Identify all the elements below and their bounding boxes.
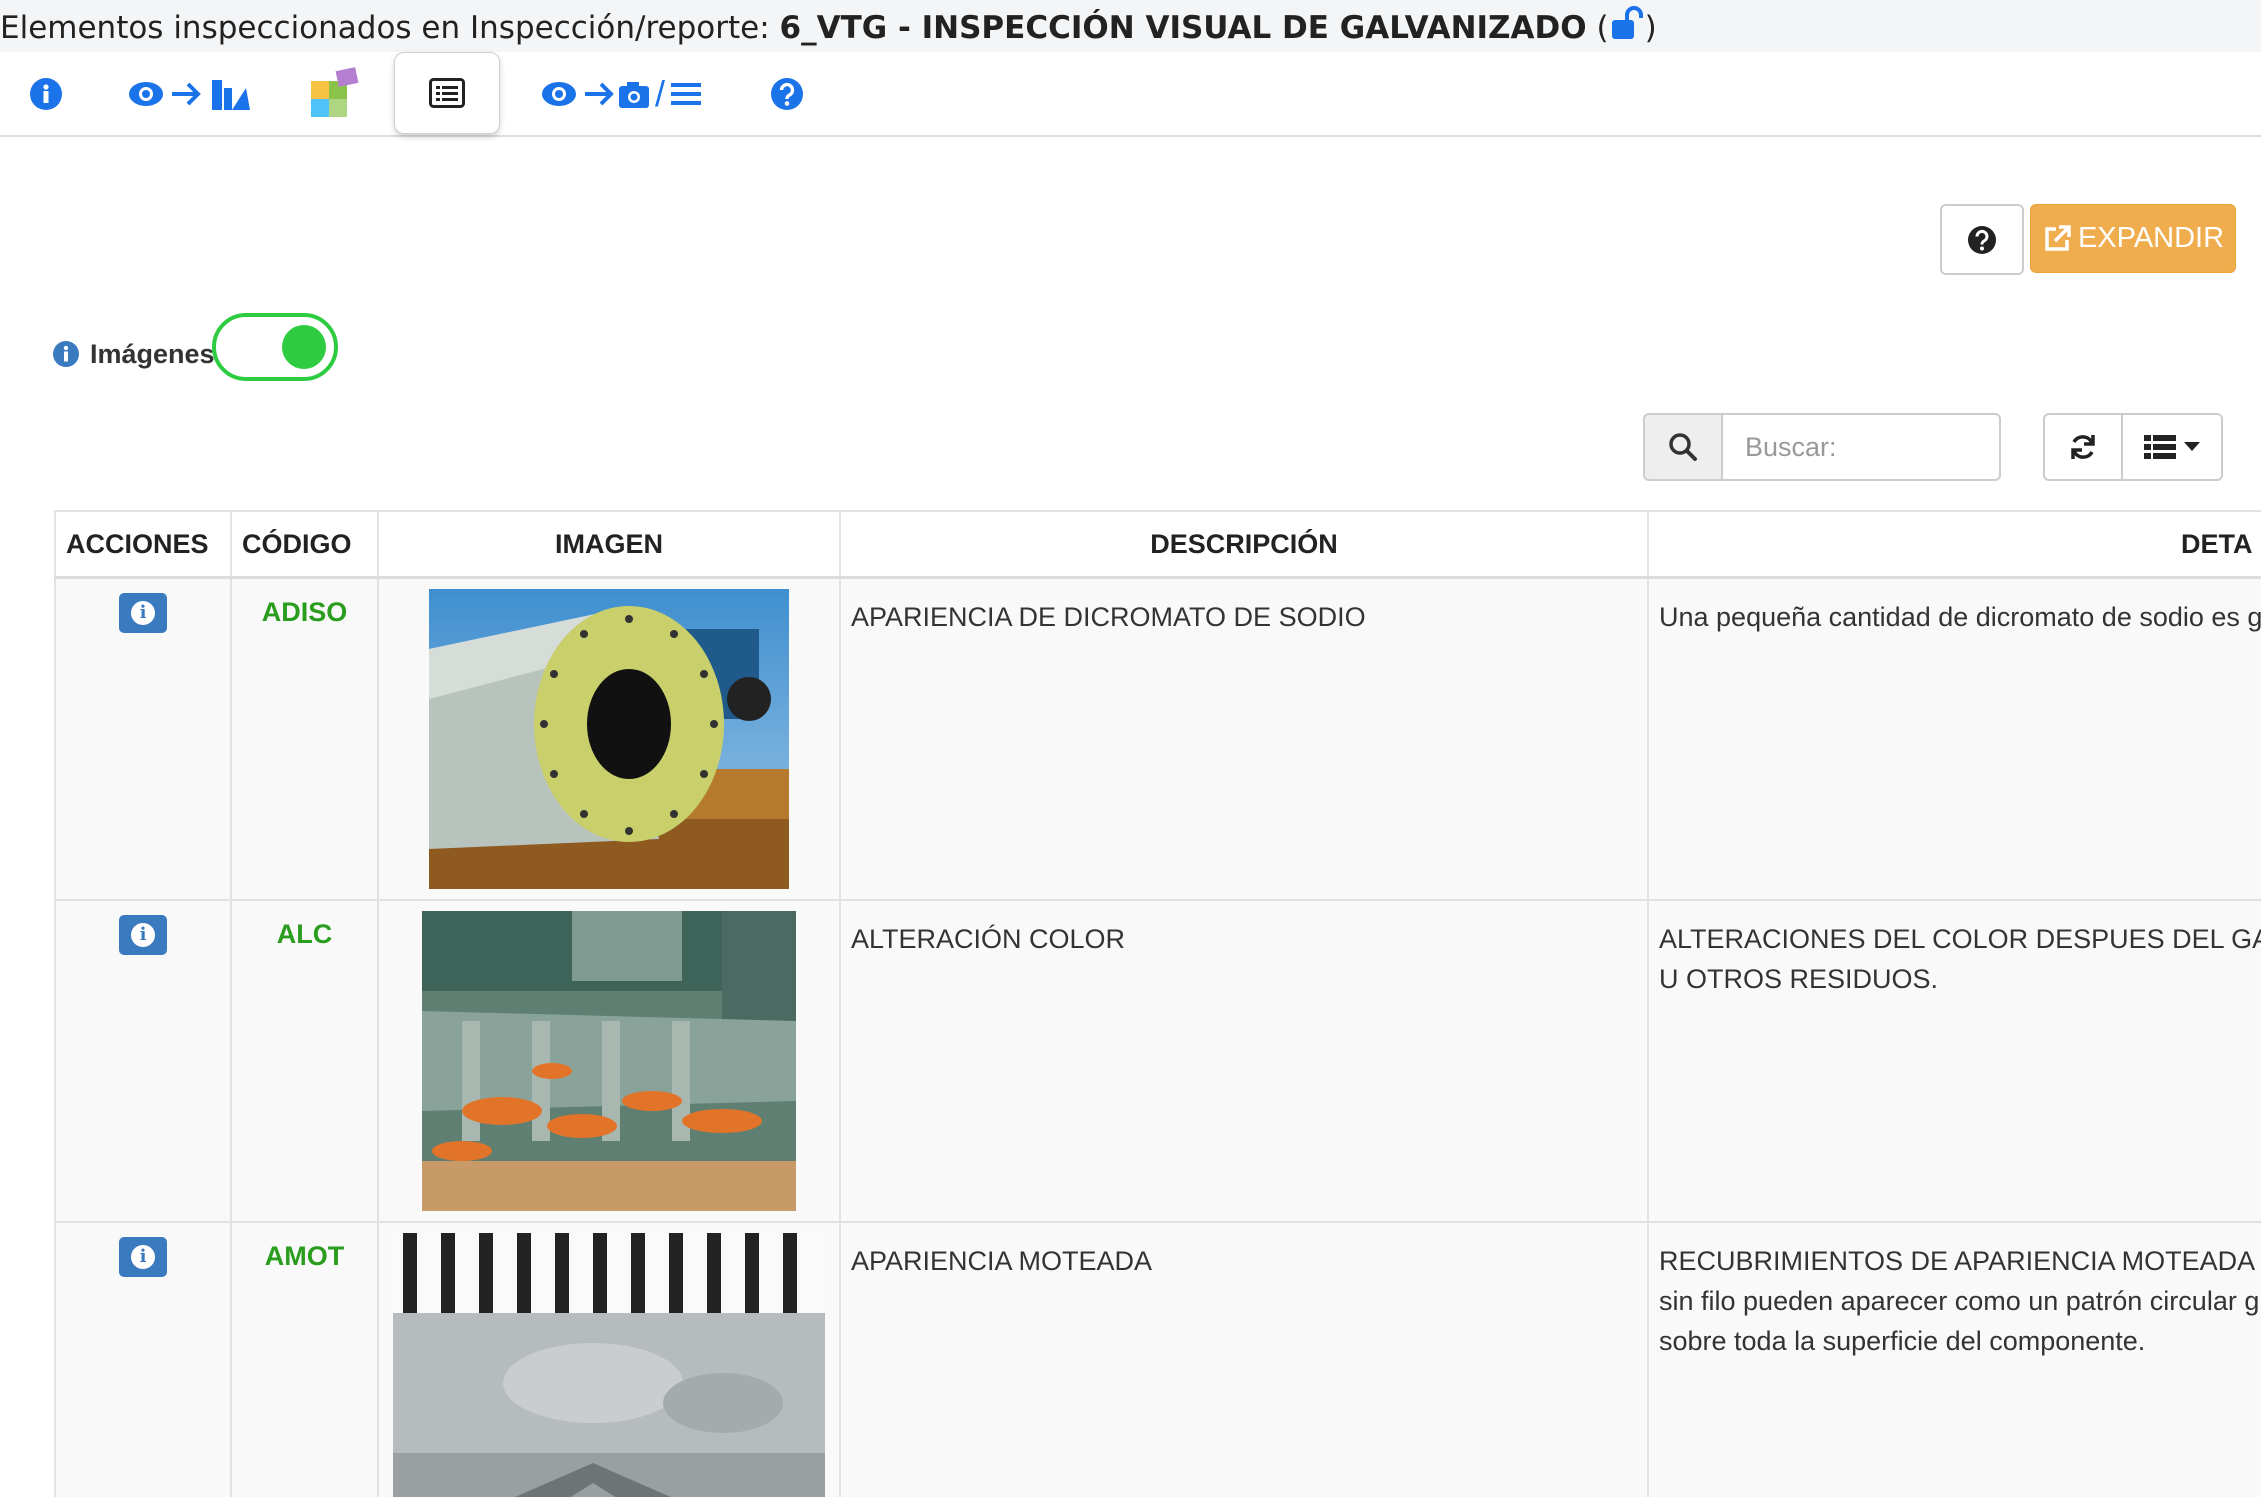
row-info-button[interactable]: i [119, 1236, 167, 1277]
search-input[interactable] [1721, 413, 2001, 481]
info-icon: i [131, 601, 155, 625]
title-prefix: Elementos inspeccionados en Inspección/r… [0, 10, 780, 46]
puzzle-icon [311, 66, 359, 117]
detail-cell: ALTERACIONES DEL COLOR DESPUES DEL GALVA… [1647, 898, 2261, 1223]
list-icon [429, 78, 465, 108]
table-row: i AMOT APARIENCIA MOTEADA RECUBRIMIENTOS… [54, 1220, 2261, 1497]
images-toggle[interactable] [212, 313, 338, 381]
tab-info[interactable] [24, 52, 68, 135]
title-separator: - [887, 10, 922, 46]
title-code: 6_VTG [779, 10, 888, 46]
table-header-row: ACCIONES CÓDIGO IMAGEN DESCRIPCIÓN DETA [54, 510, 2261, 579]
code-cell: ADISO [230, 576, 379, 901]
tab-help[interactable] [770, 52, 804, 135]
title-close-paren: ) [1644, 10, 1657, 46]
row-info-button[interactable]: i [119, 593, 167, 633]
slash-separator: / [654, 72, 665, 114]
actions-cell: i [54, 576, 232, 901]
info-circle-icon [30, 77, 62, 110]
page-title: Elementos inspeccionados en Inspección/r… [0, 0, 2261, 52]
row-info-button[interactable]: i [119, 914, 167, 955]
bars-icon [671, 82, 701, 105]
detail-line: sobre toda la superficie del componente. [1659, 1325, 2146, 1356]
table-tools [2043, 413, 2223, 481]
info-icon: i [131, 1244, 155, 1269]
list-icon [2144, 435, 2176, 459]
mottled-appearance-image[interactable] [393, 1232, 825, 1497]
header-imagen[interactable]: IMAGEN [377, 510, 841, 579]
question-circle-icon [1968, 225, 1996, 254]
detail-cell: RECUBRIMIENTOS DE APARIENCIA MOTEADA O G… [1647, 1220, 2261, 1497]
tab-view-elements[interactable] [126, 52, 250, 135]
external-link-icon [2045, 224, 2071, 251]
detail-line: U OTROS RESIDUOS. [1659, 963, 1939, 994]
expand-label: EXPANDIR [2077, 222, 2225, 254]
toggle-knob [282, 325, 326, 369]
header-descripcion[interactable]: DESCRIPCIÓN [839, 510, 1649, 579]
info-circle-icon [53, 341, 79, 367]
tab-list[interactable] [394, 52, 500, 134]
expand-button[interactable]: EXPANDIR [2030, 204, 2236, 273]
title-open-paren: ( [1596, 10, 1609, 46]
color-alteration-image[interactable] [422, 910, 796, 1211]
actions-cell: i [54, 1220, 232, 1497]
description-cell: APARIENCIA MOTEADA [839, 1220, 1649, 1497]
image-cell [377, 576, 841, 901]
description-cell: APARIENCIA DE DICROMATO DE SODIO [839, 576, 1649, 901]
eye-to-elements-icon [129, 79, 250, 110]
table-row: i ADISO APARIENCIA DE DICROMATO DE SODIO… [54, 576, 2261, 901]
images-label: Imágenes [90, 338, 215, 369]
header-codigo[interactable]: CÓDIGO [230, 510, 379, 579]
search-group [1643, 413, 2001, 481]
elements-table: ACCIONES CÓDIGO IMAGEN DESCRIPCIÓN DETA … [54, 510, 2261, 1497]
unlock-icon[interactable] [1609, 4, 1645, 52]
title-name: INSPECCIÓN VISUAL DE GALVANIZADO [921, 10, 1587, 46]
images-toggle-label: Imágenes [52, 334, 215, 374]
search-icon [1669, 433, 1697, 461]
detail-line: RECUBRIMIENTOS DE APARIENCIA MOTEADA O G… [1659, 1245, 2261, 1276]
table-row: i ALC ALTERACIÓN COLOR ALTERACIONES DEL … [54, 898, 2261, 1223]
elements-table-wrap: ACCIONES CÓDIGO IMAGEN DESCRIPCIÓN DETA … [54, 510, 2261, 1497]
columns-dropdown-button[interactable] [2123, 413, 2223, 481]
image-cell [377, 1220, 841, 1497]
refresh-icon [2071, 435, 2095, 459]
tab-puzzle[interactable] [306, 52, 362, 135]
eye-to-camera-icon [541, 81, 649, 108]
detail-line: sin filo pueden aparecer como un patrón … [1659, 1285, 2261, 1316]
detail-line: ALTERACIONES DEL COLOR DESPUES DEL GALVA… [1659, 923, 2261, 954]
detail-line: Una pequeña cantidad de dicromato de sod… [1659, 602, 2261, 632]
image-cell [377, 898, 841, 1223]
question-circle-icon [771, 77, 803, 110]
tab-bar: / [0, 52, 2261, 137]
code-cell: AMOT [230, 1220, 379, 1497]
refresh-button[interactable] [2043, 413, 2123, 481]
code-cell: ALC [230, 898, 379, 1223]
header-acciones[interactable]: ACCIONES [54, 510, 232, 579]
detail-cell: Una pequeña cantidad de dicromato de sod… [1647, 576, 2261, 901]
caret-down-icon [2184, 442, 2200, 451]
header-detalle[interactable]: DETA [1647, 510, 2261, 579]
search-icon-addon [1643, 413, 1721, 481]
tab-view-photos[interactable]: / [530, 52, 710, 135]
help-button[interactable] [1940, 204, 2024, 275]
actions-cell: i [54, 898, 232, 1223]
description-cell: ALTERACIÓN COLOR [839, 898, 1649, 1223]
galvanized-pipe-image[interactable] [429, 589, 789, 889]
info-icon: i [131, 922, 155, 947]
